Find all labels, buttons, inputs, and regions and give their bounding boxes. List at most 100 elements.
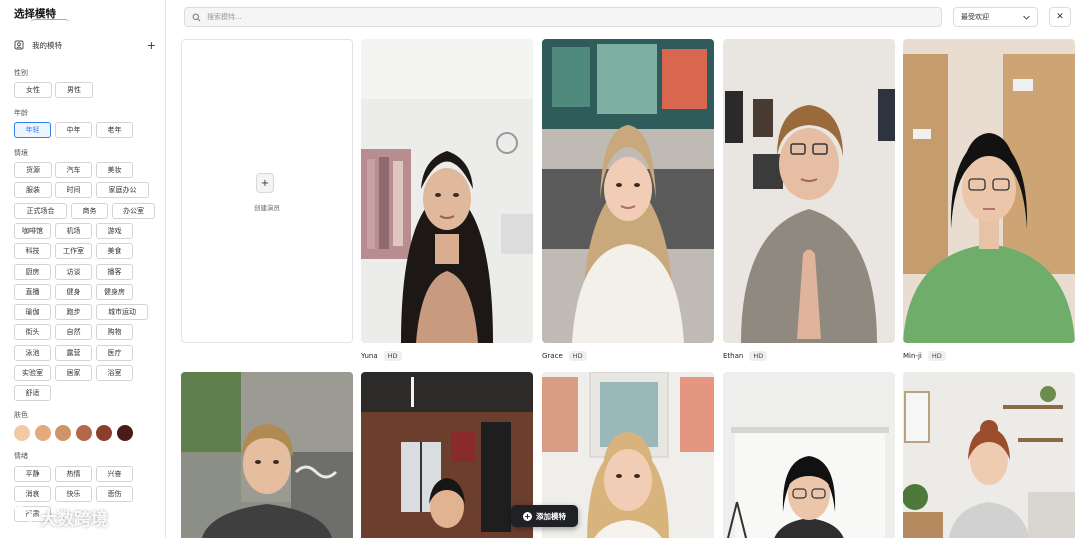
model-card-ethan[interactable] xyxy=(723,39,895,343)
filter-chip-age[interactable]: 老年 xyxy=(96,122,133,138)
filter-chip-scene[interactable]: 货源 xyxy=(14,162,52,178)
model-filter-sidebar: 选择模特 我的模特 + 性别 年龄 情境 肤色 情绪 女性 男性 年轻 中年 老年 货源汽… xyxy=(0,0,166,538)
scene-label: 情境 xyxy=(14,149,28,157)
model-name-row: Yuna HD xyxy=(361,351,402,361)
model-photo xyxy=(361,39,533,343)
gender-label: 性别 xyxy=(14,69,28,77)
add-model-button[interactable]: + 添加模特 xyxy=(511,505,578,527)
hd-badge: HD xyxy=(383,351,402,361)
model-photo xyxy=(723,39,895,343)
filter-chip-scene[interactable]: 美食 xyxy=(96,243,133,259)
skin-tone-swatch[interactable] xyxy=(96,425,112,441)
add-model-label: 添加模特 xyxy=(536,511,566,521)
filter-chip-scene[interactable]: 时间 xyxy=(55,182,92,198)
filter-chip-scene[interactable]: 厨房 xyxy=(14,264,51,280)
filter-chip-age[interactable]: 年轻 xyxy=(14,122,51,138)
model-name: Yuna xyxy=(361,352,378,360)
watermark-text: 大数跨境 xyxy=(40,510,108,530)
model-card[interactable] xyxy=(361,372,533,538)
mood-label: 情绪 xyxy=(14,452,28,460)
filter-chip-scene[interactable]: 咖啡馆 xyxy=(14,223,51,239)
skin-tone-swatch[interactable] xyxy=(75,425,92,441)
filter-chip-scene[interactable]: 自然 xyxy=(55,324,92,340)
watermark: 大数跨境 xyxy=(8,505,108,530)
watermark-logo-icon xyxy=(8,505,32,530)
create-actor-label: 创建演员 xyxy=(254,204,280,212)
hd-badge: HD xyxy=(749,351,768,361)
filter-chip-scene[interactable]: 服装 xyxy=(14,182,52,198)
filter-chip-scene[interactable]: 医疗 xyxy=(96,345,133,361)
close-button[interactable]: ✕ xyxy=(1049,7,1071,27)
filter-chip-mood[interactable]: 快乐 xyxy=(55,486,92,502)
model-card[interactable] xyxy=(723,372,895,538)
filter-chip-mood[interactable]: 兴奋 xyxy=(96,466,133,482)
filter-chip-mood[interactable]: 消哀 xyxy=(14,486,51,502)
skin-tone-swatch[interactable] xyxy=(14,425,30,441)
model-card[interactable] xyxy=(181,372,353,538)
filter-chip-scene[interactable]: 瑜伽 xyxy=(14,304,51,320)
model-photo xyxy=(723,372,895,538)
plus-circle-icon: + xyxy=(523,511,532,521)
filter-chip-scene[interactable]: 科技 xyxy=(14,243,51,259)
model-name: Ethan xyxy=(723,352,744,360)
sort-value: 最受欢迎 xyxy=(961,13,989,21)
my-models-label: 我的模特 xyxy=(32,40,62,50)
filter-chip-scene[interactable]: 城市运动 xyxy=(96,304,148,320)
search-input[interactable] xyxy=(207,13,907,21)
model-card[interactable] xyxy=(903,372,1075,538)
filter-chip-scene[interactable]: 居家 xyxy=(55,365,92,381)
model-name: Grace xyxy=(542,352,563,360)
model-photo xyxy=(542,39,714,343)
model-photo xyxy=(181,372,353,538)
filter-chip-scene[interactable]: 跑步 xyxy=(55,304,92,320)
chevron-down-icon xyxy=(1023,15,1030,20)
user-card-icon xyxy=(14,40,24,50)
filter-chip-scene[interactable]: 正式场合 xyxy=(14,203,67,219)
model-card-min-ji[interactable] xyxy=(903,39,1075,343)
skin-tone-swatch[interactable] xyxy=(116,425,133,441)
filter-chip-scene[interactable]: 机场 xyxy=(55,223,92,239)
my-models-row[interactable]: 我的模特 + xyxy=(14,38,156,52)
filter-chip-scene[interactable]: 泳池 xyxy=(14,345,51,361)
filter-chip-scene[interactable]: 健身 xyxy=(55,284,92,300)
skin-tone-swatch[interactable] xyxy=(55,425,71,441)
model-photo xyxy=(903,39,1075,343)
filter-chip-gender[interactable]: 女性 xyxy=(14,82,52,98)
filter-chip-scene[interactable]: 商务 xyxy=(71,203,108,219)
filter-chip-scene[interactable]: 购物 xyxy=(96,324,133,340)
filter-chip-scene[interactable]: 露营 xyxy=(55,345,92,361)
age-label: 年龄 xyxy=(14,109,28,117)
model-card-yuna[interactable] xyxy=(361,39,533,343)
model-name-row: Grace HD xyxy=(542,351,587,361)
scrolled-item-fragment xyxy=(30,19,70,24)
filter-chip-age[interactable]: 中年 xyxy=(55,122,92,138)
sort-select[interactable]: 最受欢迎 xyxy=(953,7,1038,27)
filter-chip-scene[interactable]: 游戏 xyxy=(96,223,133,239)
filter-chip-mood[interactable]: 悲伤 xyxy=(96,486,133,502)
search-bar[interactable] xyxy=(184,7,942,27)
filter-chip-scene[interactable]: 家庭办公 xyxy=(96,182,149,198)
filter-chip-gender[interactable]: 男性 xyxy=(55,82,93,98)
search-icon xyxy=(192,13,201,21)
filter-chip-scene[interactable]: 实验室 xyxy=(14,365,51,381)
filter-chip-scene[interactable]: 直播 xyxy=(14,284,51,300)
filter-chip-scene[interactable]: 播客 xyxy=(96,264,133,280)
filter-chip-mood[interactable]: 平静 xyxy=(14,466,51,482)
filter-chip-scene[interactable]: 健身房 xyxy=(96,284,133,300)
filter-chip-scene[interactable]: 舒适 xyxy=(14,385,51,401)
skin-tone-swatch[interactable] xyxy=(34,425,51,441)
filter-chip-scene[interactable]: 访谈 xyxy=(55,264,92,280)
skin-tone-label: 肤色 xyxy=(14,411,28,419)
filter-chip-scene[interactable]: 工作室 xyxy=(55,243,92,259)
filter-chip-scene[interactable]: 汽车 xyxy=(55,162,92,178)
filter-chip-scene[interactable]: 浴室 xyxy=(96,365,133,381)
plus-icon: + xyxy=(256,173,274,193)
filter-chip-scene[interactable]: 美妆 xyxy=(96,162,133,178)
create-actor-card[interactable]: + 创建演员 xyxy=(181,39,353,343)
close-icon: ✕ xyxy=(1056,12,1064,22)
filter-chip-scene[interactable]: 街头 xyxy=(14,324,51,340)
filter-chip-scene[interactable]: 办公室 xyxy=(112,203,155,219)
model-card-grace[interactable] xyxy=(542,39,714,343)
filter-chip-mood[interactable]: 热情 xyxy=(55,466,92,482)
add-my-model-icon[interactable]: + xyxy=(147,40,156,51)
